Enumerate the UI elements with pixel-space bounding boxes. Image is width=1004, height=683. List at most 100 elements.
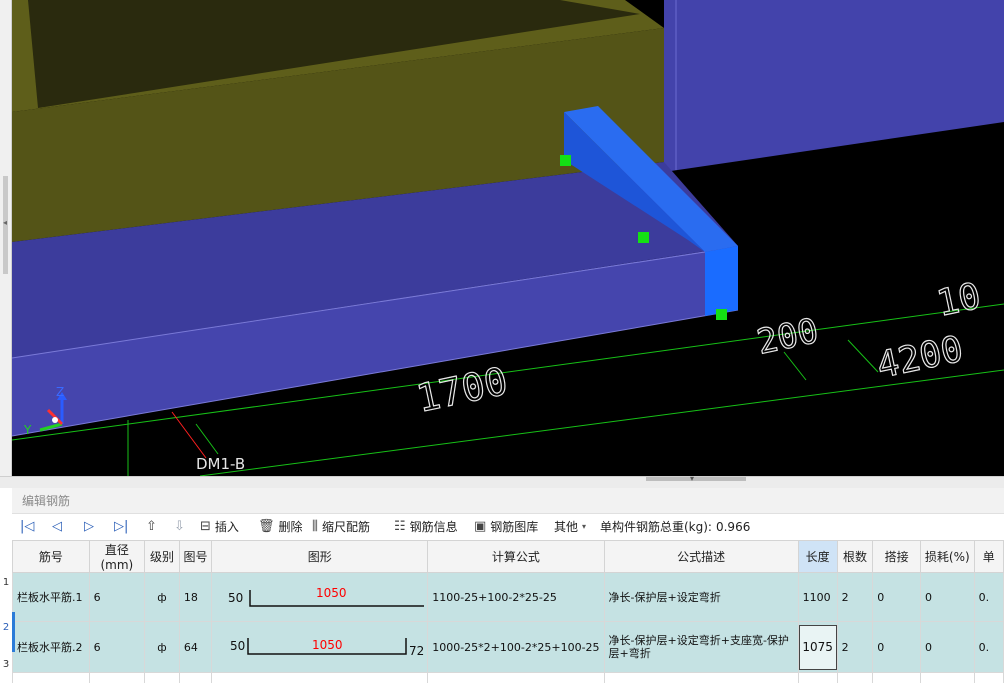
grip-handle[interactable] [638,232,649,243]
cell-desc[interactable]: 净长-保护层+设定弯折 [603,572,799,622]
shape-right-dim: 72 [409,644,424,658]
rebar-toolbar: |◁ ◁ ▷ ▷| ⇧ ⇩ ⊟ 插入 🗑 删除 ⫼ 缩尺配筋 ☷ 钢筋信息 ▣ 钢筋图库 … [12,514,1004,540]
splitter-grip[interactable] [646,477,746,481]
move-up-button[interactable]: ⇧ [146,514,157,540]
wall-label: DM1-B [196,455,245,473]
col-header-lap[interactable]: 搭接 [872,540,921,573]
shape-mid-dim: 1050 [312,638,343,652]
rebar-info-button[interactable]: ☷ 钢筋信息 [394,514,458,540]
scale-rebar-button[interactable]: ⫼ 缩尺配筋 [312,514,370,540]
cell-formula[interactable]: 1000-25*2+100-2*25+100-25 [427,621,605,673]
delete-button[interactable]: 🗑 删除 [258,514,303,540]
prev-icon: ◁ [52,519,62,534]
rebar-table-wrap: 筋号 直径(mm) 级别 图号 图形 计算公式 公式描述 长度 根数 搭接 损耗… [12,540,1004,683]
dim-label-10: 10 [933,276,984,325]
length-edit-box[interactable]: 1075 [799,624,837,670]
edit-rebar-panel: 编辑钢筋 |◁ ◁ ▷ ▷| ⇧ ⇩ ⊟ 插入 🗑 删除 ⫼ 缩尺配筋 ☷ 钢筋信息 ▣… [12,488,1004,683]
dim-label-1700: 1700 [413,359,512,421]
panel-title: 编辑钢筋 [12,488,1004,514]
3d-viewport[interactable]: 1700 200 4200 10 DM1-B Z Y ◂ [0,0,1004,476]
col-header-fig-no[interactable]: 图号 [178,540,213,573]
grip-handle[interactable] [560,155,571,166]
last-icon: ▷| [114,519,129,534]
rebar-shape-figure: 50 1050 72 [230,638,425,658]
col-header-bar-no[interactable]: 筋号 [12,540,90,573]
cell-lap[interactable]: 0 [872,621,921,673]
trash-icon: 🗑 [258,519,275,534]
cell-length[interactable]: 1100 [797,572,838,622]
viewport-canvas[interactable]: 1700 200 4200 10 DM1-B Z Y [0,0,1004,476]
cell-name[interactable]: 栏板水平筋.2 [12,621,90,673]
collapse-down-icon[interactable]: ▾ [690,474,694,483]
col-header-length[interactable]: 长度 [797,540,838,573]
info-list-icon: ☷ [394,519,406,534]
col-header-grade[interactable]: 级别 [144,540,180,573]
cell-formula[interactable]: 1100-25+100-2*25-25 [427,572,605,622]
next-icon: ▷ [84,519,94,534]
shape-mid-dim: 1050 [316,586,347,600]
cell-grade[interactable]: ф [144,621,180,673]
cell-unit[interactable]: 0. [973,572,1004,622]
cell-count[interactable]: 2 [836,621,874,673]
col-header-unit[interactable]: 单 [973,540,1004,573]
other-menu-button[interactable]: 其他 ▾ [554,514,586,540]
cell-fig-no[interactable]: 18 [178,572,213,622]
cell-loss[interactable]: 0 [919,572,975,622]
cell-shape[interactable]: 50 1050 [211,572,429,622]
library-icon: ▣ [474,519,487,534]
cell-loss[interactable]: 0 [919,621,975,673]
row-index[interactable]: 1 [0,577,12,588]
rebar-shape-figure: 50 1050 [228,586,425,607]
col-header-loss[interactable]: 损耗(%) [919,540,975,573]
axis-z-label: Z [56,385,64,399]
cell-diameter[interactable]: 6 [88,621,146,673]
prev-record-button[interactable]: ◁ [52,514,62,540]
ruler-icon: ⫼ [312,519,318,534]
dim-label-4200: 4200 [873,329,966,387]
col-header-formula[interactable]: 计算公式 [427,540,605,573]
move-up-icon: ⇧ [146,519,157,534]
col-header-desc[interactable]: 公式描述 [603,540,799,573]
axis-y-label: Y [23,423,32,437]
cell-diameter[interactable]: 6 [88,572,146,622]
grip-handle[interactable] [716,309,727,320]
cell-length-editing[interactable]: 1075 [797,621,838,673]
rebar-table: 筋号 直径(mm) 级别 图号 图形 计算公式 公式描述 长度 根数 搭接 损耗… [12,540,1004,683]
move-down-icon: ⇩ [174,519,185,534]
cell-fig-no[interactable]: 64 [178,621,213,673]
col-header-count[interactable]: 根数 [836,540,874,573]
cell-grade[interactable]: ф [144,572,180,622]
chevron-down-icon: ▾ [582,522,587,531]
shape-left-dim: 50 [230,639,245,653]
first-icon: |◁ [20,519,35,534]
rebar-library-button[interactable]: ▣ 钢筋图库 [474,514,538,540]
cell-count[interactable]: 2 [836,572,874,622]
collapse-left-icon[interactable]: ◂ [3,218,7,227]
panel-splitter[interactable]: ▾ [0,474,1004,488]
dim-label-200: 200 [754,311,822,363]
cell-unit[interactable]: 0. [973,621,1004,673]
next-record-button[interactable]: ▷ [84,514,94,540]
total-weight-readout: 单构件钢筋总重(kg): 0.966 [600,520,751,534]
cell-lap[interactable]: 0 [872,572,921,622]
last-record-button[interactable]: ▷| [114,514,128,540]
col-header-shape[interactable]: 图形 [211,540,429,573]
selected-beam-end [705,246,738,316]
cell-name[interactable]: 栏板水平筋.1 [12,572,90,622]
first-record-button[interactable]: |◁ [20,514,34,540]
table-row[interactable]: 栏板水平筋.2 6 ф 64 50 1050 72 1000-25*2+100-… [12,621,1004,673]
table-row-empty[interactable] [12,672,1004,683]
shape-left-dim: 50 [228,591,243,605]
row-index-selected[interactable]: 2 [0,622,12,633]
cell-shape[interactable]: 50 1050 72 [211,621,429,673]
move-down-button[interactable]: ⇩ [174,514,185,540]
insert-icon: ⊟ [200,519,211,534]
insert-button[interactable]: ⊟ 插入 [200,514,239,540]
left-dock-strip[interactable]: ◂ [0,0,12,476]
cell-desc[interactable]: 净长-保护层+设定弯折+支座宽-保护层+弯折 [603,621,799,673]
table-header-row: 筋号 直径(mm) 级别 图号 图形 计算公式 公式描述 长度 根数 搭接 损耗… [12,540,1004,573]
table-row[interactable]: 栏板水平筋.1 6 ф 18 50 1050 1100-25+100-2*25-… [12,572,1004,622]
col-header-diameter[interactable]: 直径(mm) [88,540,146,573]
row-selection-marker [12,612,15,652]
row-index[interactable]: 3 [0,659,12,670]
